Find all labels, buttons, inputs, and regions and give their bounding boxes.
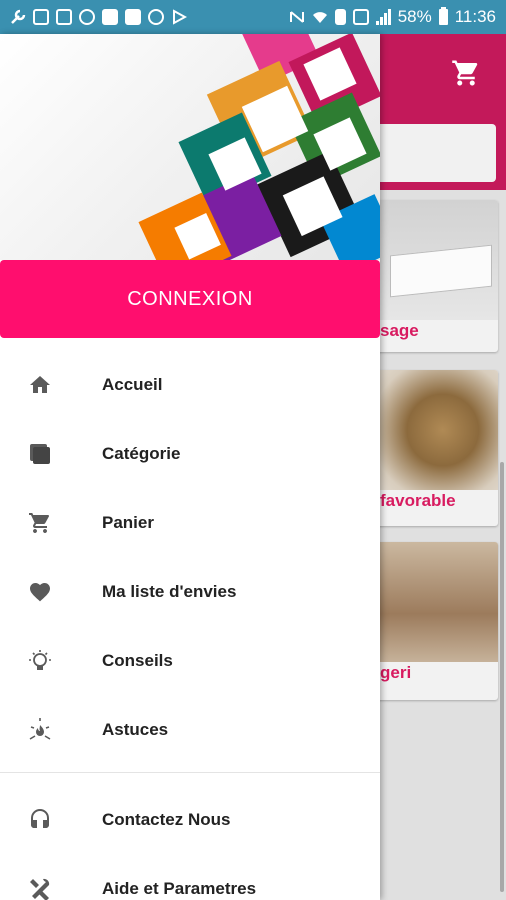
menu-item-astuces[interactable]: Astuces (0, 695, 380, 764)
search-input[interactable] (360, 124, 496, 182)
tools-icon (26, 875, 54, 900)
menu-item-label: Conseils (102, 650, 173, 670)
scrollbar[interactable] (500, 462, 504, 892)
system-icons: 58% 11:36 (289, 7, 496, 27)
product-image (360, 542, 498, 662)
notification-icons (10, 9, 187, 25)
menu-item-help-settings[interactable]: Aide et Parametres (0, 854, 380, 900)
wifi-icon (312, 12, 327, 23)
wrench-icon (11, 9, 26, 24)
sync-icon (79, 9, 95, 25)
drawer-menu: Accueil Catégorie Panier Ma liste d'envi… (0, 350, 380, 900)
product-title: favorable (380, 491, 456, 510)
menu-item-label: Astuces (102, 719, 169, 739)
product-title: sage (380, 321, 419, 340)
gallery-icon (56, 9, 72, 25)
tips-icon (26, 716, 54, 744)
cart-icon (26, 509, 54, 537)
header-decoration (138, 34, 380, 260)
lightbulb-icon (26, 647, 54, 675)
menu-divider (0, 772, 380, 773)
menu-item-label: Aide et Parametres (102, 878, 257, 898)
category-icon (26, 440, 54, 468)
product-title: geri (380, 663, 412, 682)
menu-item-accueil[interactable]: Accueil (0, 350, 380, 419)
menu-item-wishlist[interactable]: Ma liste d'envies (0, 557, 380, 626)
sim-icon (334, 9, 346, 25)
battery-percent: 58% (397, 7, 432, 26)
product-card[interactable]: sage (360, 200, 498, 352)
play-store-icon (173, 9, 187, 25)
clock: 11:36 (454, 7, 496, 26)
image-icon (33, 9, 49, 25)
battery-icon (438, 7, 448, 25)
product-card[interactable]: geri (360, 542, 498, 700)
home-icon (26, 371, 54, 399)
signal-icon (375, 9, 391, 25)
headset-icon (26, 806, 54, 834)
menu-item-label: Accueil (102, 374, 163, 394)
heart-icon (26, 578, 54, 606)
menu-item-conseils[interactable]: Conseils (0, 626, 380, 695)
menu-item-label: Contactez Nous (102, 809, 231, 829)
product-image (360, 370, 498, 490)
menu-item-contact[interactable]: Contactez Nous (0, 785, 380, 854)
navigation-drawer: CONNEXION Accueil Catégorie Panier Ma li… (0, 34, 380, 900)
menu-item-label: Catégorie (102, 443, 181, 463)
viber-icon (148, 9, 164, 25)
status-bar: 58% 11:36 (0, 0, 506, 34)
cart-icon[interactable] (450, 58, 482, 88)
menu-item-categorie[interactable]: Catégorie (0, 419, 380, 488)
youtube-icon-2 (125, 9, 141, 25)
menu-item-label: Ma liste d'envies (102, 581, 237, 601)
product-image (360, 200, 498, 320)
connexion-button[interactable]: CONNEXION (0, 260, 380, 338)
youtube-icon (102, 9, 118, 25)
menu-item-panier[interactable]: Panier (0, 488, 380, 557)
nfc-icon (289, 11, 304, 23)
drawer-header-image (0, 34, 380, 260)
product-card[interactable]: favorable (360, 370, 498, 526)
menu-item-label: Panier (102, 512, 154, 532)
signal-box-icon (352, 9, 369, 25)
